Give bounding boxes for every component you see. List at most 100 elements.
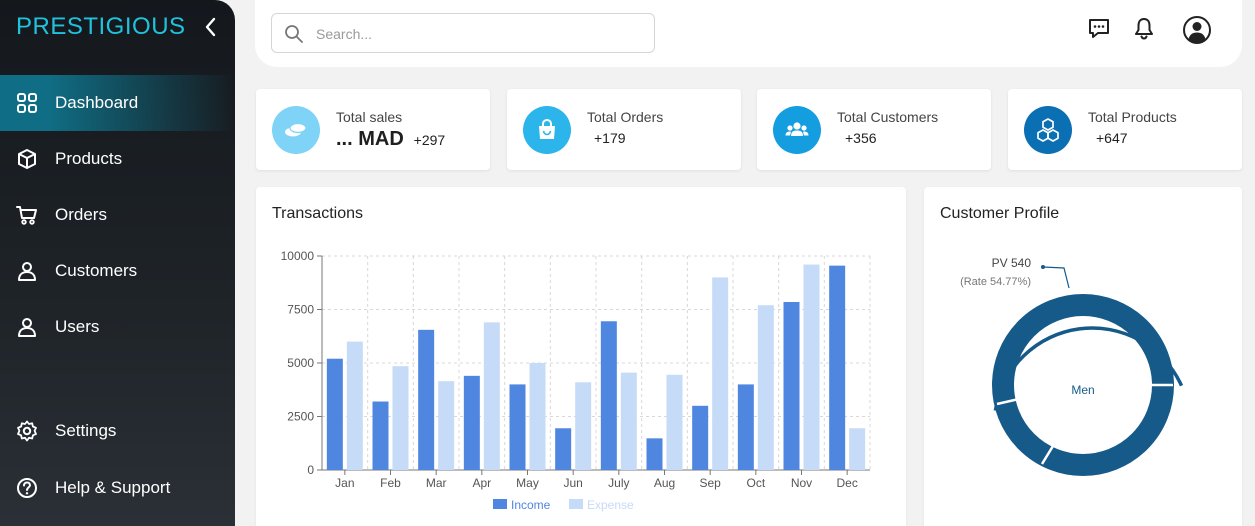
bag-icon bbox=[539, 118, 555, 139]
donut-center-label: Men bbox=[1071, 383, 1094, 397]
bar-expense bbox=[803, 264, 820, 470]
coins-icon bbox=[285, 122, 307, 137]
stat-icon-circle bbox=[773, 106, 821, 154]
callout-line bbox=[1042, 266, 1070, 289]
notifications-button[interactable] bbox=[1131, 16, 1157, 42]
bar-expense bbox=[346, 341, 363, 470]
user-avatar-icon bbox=[1183, 16, 1211, 44]
x-tick-label: Dec bbox=[836, 476, 857, 490]
customer-profile-donut: PV 540 (Rate 54.77%) Men bbox=[960, 256, 1184, 476]
legend-label: Income bbox=[511, 498, 551, 512]
people-icon bbox=[785, 122, 809, 136]
stat-card-total-sales: Total sales ... MAD +297 bbox=[256, 89, 490, 170]
x-tick-label: Oct bbox=[746, 476, 765, 490]
y-tick-label: 7500 bbox=[287, 303, 314, 317]
stat-icon-circle bbox=[272, 106, 320, 154]
bar-expense bbox=[392, 366, 409, 470]
y-tick-label: 5000 bbox=[287, 356, 314, 370]
sidebar-item-customers[interactable]: Customers bbox=[0, 243, 235, 299]
bar-expense bbox=[483, 322, 500, 470]
callout-rate: (Rate 54.77%) bbox=[960, 276, 1031, 288]
stat-card-total-customers: Total Customers +356 bbox=[757, 89, 991, 170]
sidebar-item-label: Users bbox=[55, 317, 100, 336]
sidebar-item-label: Dashboard bbox=[55, 93, 139, 112]
x-tick-label: Sep bbox=[699, 476, 721, 490]
grid-icon bbox=[17, 93, 37, 113]
bar-income bbox=[372, 401, 389, 470]
sidebar-item-orders[interactable]: Orders bbox=[0, 187, 235, 243]
stat-title: Total Orders bbox=[587, 109, 664, 125]
x-tick-label: Nov bbox=[791, 476, 812, 490]
x-tick-label: Feb bbox=[380, 476, 401, 490]
bar-income bbox=[692, 405, 709, 470]
stat-icon-circle bbox=[523, 106, 571, 154]
stat-value: ... MAD bbox=[336, 128, 404, 150]
gear-icon bbox=[17, 420, 37, 442]
bar-expense bbox=[575, 382, 592, 470]
stat-title: Total Products bbox=[1088, 109, 1177, 125]
collapse-sidebar-button[interactable] bbox=[200, 14, 222, 40]
transactions-panel: Transactions 0 2500 5000 7500 10000 Jan Feb Mar… bbox=[256, 187, 906, 526]
bar-income bbox=[829, 265, 846, 470]
callout-value: PV 540 bbox=[992, 256, 1032, 270]
bar-income bbox=[600, 321, 617, 470]
bar-expense bbox=[529, 363, 546, 470]
sidebar-item-label: Settings bbox=[55, 421, 117, 440]
y-tick-label: 10000 bbox=[281, 249, 315, 263]
box-icon bbox=[18, 149, 36, 169]
sidebar-item-products[interactable]: Products bbox=[0, 131, 235, 187]
bar-income bbox=[555, 428, 572, 470]
customers-icon bbox=[18, 262, 36, 281]
legend-swatch bbox=[493, 499, 507, 509]
help-icon bbox=[17, 478, 37, 498]
cubes-icon bbox=[1037, 118, 1059, 142]
sidebar-item-label: Customers bbox=[55, 261, 138, 280]
x-tick-label: Mar bbox=[426, 476, 447, 490]
transactions-chart: 0 2500 5000 7500 10000 Jan Feb Mar Apr May Jun July… bbox=[281, 249, 871, 512]
bar-expense bbox=[712, 277, 729, 470]
x-tick-label: Jan bbox=[335, 476, 354, 490]
search-icon bbox=[285, 25, 303, 43]
sidebar-item-label: Products bbox=[55, 149, 123, 168]
bar-expense bbox=[620, 372, 637, 470]
bar-expense bbox=[757, 305, 774, 470]
bar-expense bbox=[666, 374, 683, 470]
chat-icon bbox=[1089, 19, 1109, 38]
sidebar-item-settings[interactable]: Settings bbox=[0, 403, 235, 459]
profile-button[interactable] bbox=[1182, 15, 1212, 45]
stat-title: Total Customers bbox=[837, 109, 939, 125]
sidebar-item-dashboard[interactable]: Dashboard bbox=[0, 75, 235, 131]
brand-logo: PRESTIGIOUS bbox=[16, 13, 186, 40]
search-input[interactable] bbox=[316, 22, 636, 46]
x-tick-label: Aug bbox=[654, 476, 675, 490]
sidebar-item-users[interactable]: Users bbox=[0, 299, 235, 355]
bar-income bbox=[646, 438, 663, 470]
sidebar-item-label: Help & Support bbox=[55, 478, 171, 497]
users-icon bbox=[18, 318, 36, 337]
messages-button[interactable] bbox=[1086, 16, 1112, 42]
top-bar bbox=[255, 0, 1242, 67]
bar-income bbox=[509, 384, 526, 470]
bar-income bbox=[783, 302, 800, 470]
customer-profile-panel: Customer Profile PV 540 (Rate 54.77%) Me… bbox=[924, 187, 1242, 526]
stat-icon-circle bbox=[1024, 106, 1072, 154]
search-box[interactable] bbox=[271, 13, 655, 53]
stat-delta: +647 bbox=[1096, 130, 1128, 146]
stat-delta: +297 bbox=[413, 132, 446, 148]
stat-title: Total sales bbox=[336, 109, 403, 125]
x-tick-label: May bbox=[516, 476, 539, 490]
bell-icon bbox=[1135, 18, 1153, 40]
stat-delta: +356 bbox=[845, 130, 877, 146]
y-tick-label: 2500 bbox=[287, 410, 314, 424]
y-tick-label: 0 bbox=[307, 463, 314, 477]
sidebar: PRESTIGIOUS Dashboard Products Orders Cu… bbox=[0, 0, 235, 526]
legend-label: Expense bbox=[587, 498, 634, 512]
chevron-left-icon bbox=[205, 17, 216, 37]
stat-value-row: ... MAD +297 bbox=[336, 128, 445, 151]
cart-icon bbox=[16, 206, 37, 225]
bar-expense bbox=[438, 381, 455, 470]
sidebar-item-help[interactable]: Help & Support bbox=[0, 460, 235, 516]
sidebar-item-label: Orders bbox=[55, 205, 107, 224]
bar-income bbox=[737, 384, 754, 470]
stat-card-total-orders: Total Orders +179 bbox=[507, 89, 741, 170]
